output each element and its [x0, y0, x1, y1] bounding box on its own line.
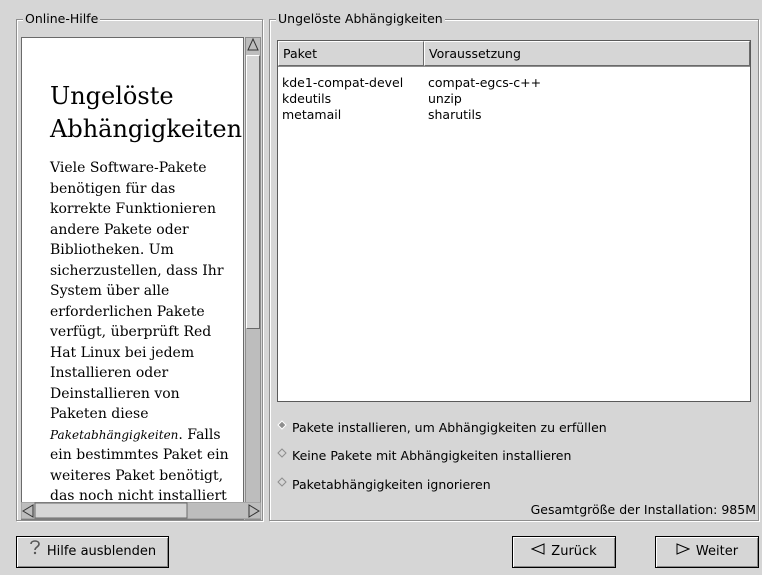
- hide-help-button[interactable]: Hilfe ausblenden: [16, 536, 169, 568]
- help-panel-legend: Online-Hilfe: [23, 11, 101, 27]
- table-row[interactable]: kde1-compat-devel compat-egcs-c++: [278, 75, 750, 91]
- help-panel: Online-Hilfe Ungelöste Abhängigkeiten Vi…: [16, 11, 263, 521]
- help-heading: Ungelöste Abhängigkeiten: [50, 80, 243, 146]
- question-mark-icon: [29, 537, 41, 567]
- cell-package: metamail: [282, 107, 342, 122]
- back-button[interactable]: Zurück: [512, 536, 616, 568]
- next-button[interactable]: Weiter: [655, 536, 759, 568]
- option-ignore-dependencies[interactable]: Paketabhängigkeiten ignorieren: [276, 476, 491, 494]
- option-ignore-dependencies-label: Paketabhängigkeiten ignorieren: [292, 477, 491, 492]
- radio-selected-icon[interactable]: [276, 419, 288, 437]
- cell-requirement: sharutils: [428, 107, 482, 122]
- column-header-package[interactable]: Paket: [278, 41, 424, 66]
- scroll-up-icon[interactable]: [246, 37, 260, 53]
- dependencies-table[interactable]: Paket Voraussetzung kde1-compat-devel co…: [277, 40, 751, 402]
- help-vertical-scrollbar[interactable]: [245, 37, 261, 520]
- table-header: Paket Voraussetzung: [278, 41, 750, 67]
- option-skip-dependent-packages-label: Keine Pakete mit Abhängigkeiten installi…: [292, 448, 572, 463]
- help-paragraph: Viele Software-Pakete benötigen für das …: [50, 158, 240, 507]
- total-install-size: Gesamtgröße der Installation: 985M: [530, 502, 756, 517]
- next-label: Weiter: [695, 544, 739, 559]
- help-heading-line1: Ungelöste: [50, 82, 174, 110]
- help-paragraph-start: Viele Software-Pakete benötigen für das …: [50, 160, 224, 422]
- cell-package: kde1-compat-devel: [282, 75, 404, 90]
- help-paragraph-emphasis: Paketabhängigkeiten: [50, 427, 179, 442]
- radio-unselected-icon[interactable]: [276, 476, 288, 494]
- back-label: Zurück: [551, 544, 597, 559]
- option-install-dependencies[interactable]: Pakete installieren, um Abhängigkeiten z…: [276, 419, 607, 437]
- option-install-dependencies-label: Pakete installieren, um Abhängigkeiten z…: [292, 420, 607, 435]
- right-triangle-icon: [676, 537, 691, 567]
- help-scroll-thumb[interactable]: [246, 55, 260, 329]
- column-header-requirement[interactable]: Voraussetzung: [424, 41, 750, 66]
- hide-help-label: Hilfe ausblenden: [46, 544, 157, 559]
- dependencies-panel: Ungelöste Abhängigkeiten Paket Vorausset…: [269, 11, 759, 521]
- left-triangle-icon: [530, 537, 545, 567]
- table-row[interactable]: kdeutils unzip: [278, 91, 750, 107]
- table-row[interactable]: metamail sharutils: [278, 107, 750, 123]
- help-heading-line2: Abhängigkeiten: [50, 115, 243, 143]
- dependencies-panel-legend: Ungelöste Abhängigkeiten: [276, 11, 445, 27]
- radio-unselected-icon[interactable]: [276, 447, 288, 465]
- cell-requirement: unzip: [428, 91, 462, 106]
- cell-requirement: compat-egcs-c++: [428, 75, 542, 90]
- table-body: kde1-compat-devel compat-egcs-c++ kdeuti…: [278, 67, 750, 123]
- cell-package: kdeutils: [282, 91, 332, 106]
- help-horizontal-scrollbar[interactable]: [21, 502, 261, 520]
- option-skip-dependent-packages[interactable]: Keine Pakete mit Abhängigkeiten installi…: [276, 447, 571, 465]
- help-text-view[interactable]: Ungelöste Abhängigkeiten Viele Software-…: [21, 37, 244, 520]
